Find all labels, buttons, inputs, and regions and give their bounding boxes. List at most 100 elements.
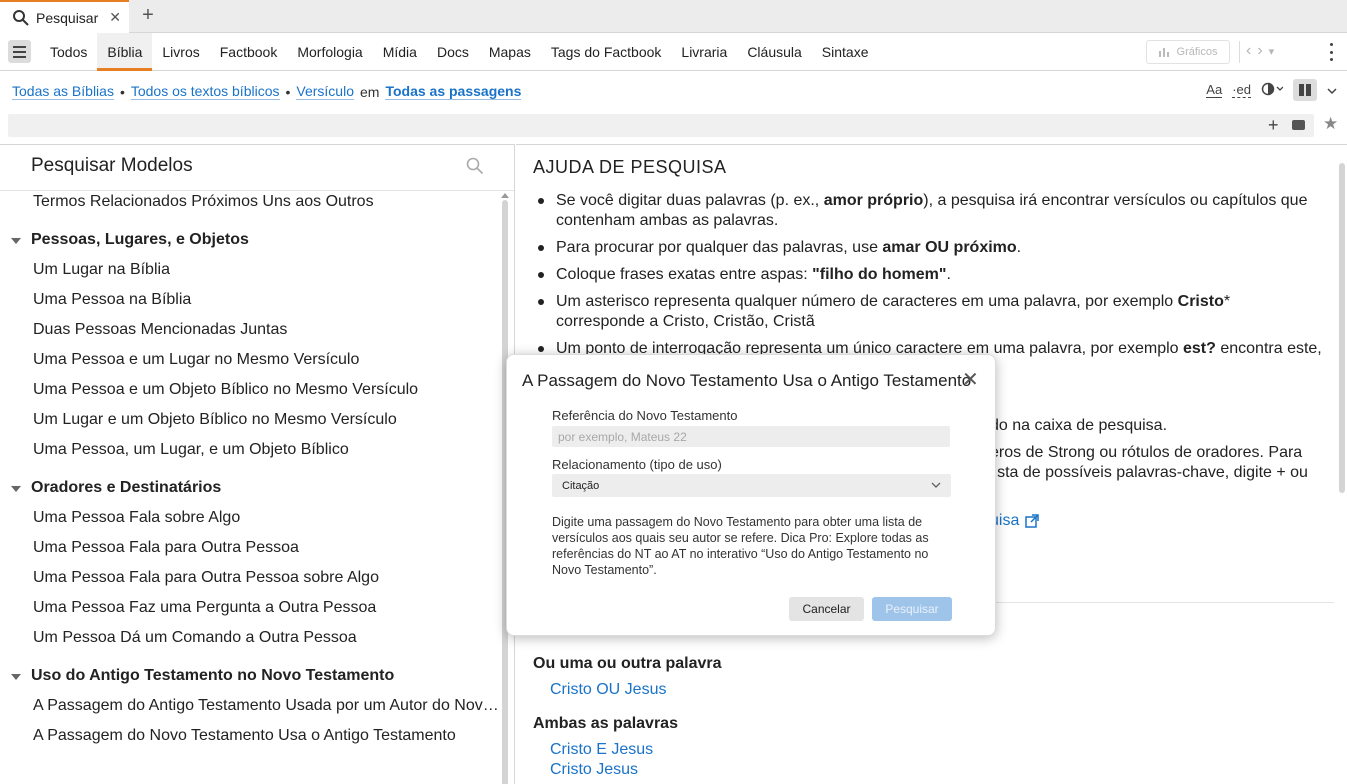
template-item[interactable]: A Passagem do Antigo Testamento Usada po… [0, 691, 500, 721]
search-bar [8, 114, 1314, 137]
template-item[interactable]: Uma Pessoa Fala sobre Algo [0, 503, 500, 533]
template-group[interactable]: Uso do Antigo Testamento no Novo Testame… [0, 661, 500, 691]
breadcrumb: Todas as Bíblias • Todos os textos bíbli… [12, 83, 522, 100]
separator: • [119, 83, 125, 100]
relationship-select[interactable]: Citação [552, 474, 951, 497]
relationship-label: Relacionamento (tipo de uso) [552, 457, 722, 472]
dialog-help-text: Digite uma passagem do Novo Testamento p… [552, 515, 929, 577]
template-item[interactable]: Uma Pessoa Faz uma Pergunta a Outra Pess… [0, 593, 500, 623]
search-icon[interactable] [466, 157, 484, 175]
example-link[interactable]: Cristo E Jesus [550, 741, 653, 759]
template-item[interactable]: Uma Pessoa, um Lugar, e um Objeto Bíblic… [0, 435, 500, 465]
scroll-up-icon[interactable] [501, 193, 509, 198]
scope-passages-link[interactable]: Todas as passagens [385, 83, 522, 100]
nav-item[interactable]: Todos [40, 33, 97, 71]
visual-filter-icon[interactable] [1261, 82, 1284, 99]
template-item[interactable]: Termos Relacionados Próximos Uns aos Out… [0, 187, 500, 217]
nav-item[interactable]: Livros [152, 33, 209, 71]
templates-list: Três Nesta OrdemTermos Relacionados Próx… [0, 171, 500, 751]
panel-header: Pesquisar Modelos [0, 145, 514, 190]
close-icon[interactable]: ✕ [962, 370, 979, 390]
panel-title: Pesquisar Modelos [31, 155, 193, 176]
example-link[interactable]: Cristo OU Jesus [550, 681, 666, 699]
relationship-value: Citação [562, 479, 600, 492]
template-item[interactable]: Duas Pessoas Mencionadas Juntas [0, 315, 500, 345]
template-item[interactable]: A Passagem do Novo Testamento Usa o Anti… [0, 721, 500, 751]
template-group[interactable]: Oradores e Destinatários [0, 473, 500, 503]
panel-layout-icon[interactable] [1293, 79, 1317, 101]
template-item[interactable]: Uma Pessoa na Bíblia [0, 285, 500, 315]
template-item[interactable]: Um Pessoa Dá um Comando a Outra Pessoa [0, 623, 500, 653]
chevron-down-icon[interactable] [1327, 83, 1337, 98]
help-title: AJUDA DE PESQUISA [533, 157, 727, 177]
nav-item[interactable]: Tags do Factbook [541, 33, 672, 71]
nav-item[interactable]: Morfologia [287, 33, 372, 71]
help-item: Coloque frases exatas entre aspas: "filh… [533, 265, 1323, 285]
charts-button[interactable]: Gráficos [1146, 40, 1230, 64]
history-nav: ‹ › ▾ [1246, 42, 1274, 60]
scrollbar[interactable] [1339, 163, 1345, 493]
tab-label: Pesquisar [36, 9, 99, 26]
resource-nav: Todos Bíblia Livros Factbook Morfologia Mídia… [0, 33, 1347, 71]
charts-label: Gráficos [1176, 46, 1218, 58]
divider [1239, 41, 1240, 63]
nav-item[interactable]: Mapas [479, 33, 541, 71]
search-icon [13, 9, 29, 26]
template-item[interactable]: Um Lugar e um Objeto Bíblico no Mesmo Ve… [0, 405, 500, 435]
bar-chart-icon [1158, 48, 1169, 57]
example-heading: Ou uma ou outra palavra [533, 655, 722, 672]
help-text-fragment: lista de possíveis palavras-chave, digit… [990, 464, 1308, 481]
reference-label: Referência do Novo Testamento [552, 408, 738, 423]
nav-item[interactable]: Factbook [210, 33, 288, 71]
nav-item[interactable]: Mídia [373, 33, 427, 71]
help-link-fragment[interactable]: uisa [990, 512, 1040, 530]
search-scope-bar: Todas as Bíblias • Todos os textos bíbli… [0, 71, 1347, 111]
separator: • [285, 83, 291, 100]
nav-item[interactable]: Sintaxe [812, 33, 879, 71]
chevron-down-icon [931, 482, 941, 488]
font-size-icon[interactable]: Aa [1206, 82, 1223, 98]
scope-texts-link[interactable]: Todos os textos bíblicos [130, 83, 280, 100]
template-item[interactable]: Um Lugar na Bíblia [0, 255, 500, 285]
back-icon[interactable]: ‹ [1246, 42, 1251, 60]
external-link-icon [1025, 514, 1040, 528]
example-heading: Ambas as palavras [533, 715, 678, 732]
forward-icon[interactable]: › [1257, 42, 1262, 60]
reference-input[interactable] [552, 426, 950, 447]
template-dialog: A Passagem do Novo Testamento Usa o Anti… [506, 354, 996, 636]
new-tab-button[interactable]: + [138, 5, 158, 27]
template-item[interactable]: Uma Pessoa e um Objeto Bíblico no Mesmo … [0, 375, 500, 405]
search-input[interactable] [8, 114, 1314, 137]
history-dropdown-icon[interactable]: ▾ [1269, 45, 1275, 60]
tab-search[interactable]: Pesquisar ✕ [0, 0, 129, 33]
template-item[interactable]: Uma Pessoa Fala para Outra Pessoa [0, 533, 500, 563]
nav-item[interactable]: Docs [427, 33, 479, 71]
scope-em-label: em [360, 83, 380, 100]
template-item[interactable]: Uma Pessoa Fala para Outra Pessoa sobre … [0, 563, 500, 593]
spelling-icon[interactable]: ·ed [1232, 82, 1251, 98]
cancel-button[interactable]: Cancelar [789, 597, 864, 621]
example-link[interactable]: Cristo Jesus [550, 761, 638, 779]
star-icon[interactable]: ★ [1323, 114, 1338, 134]
help-item: Para procurar por qualquer das palavras,… [533, 238, 1323, 258]
nav-item[interactable]: Cláusula [737, 33, 811, 71]
nav-item[interactable]: Livraria [671, 33, 737, 71]
help-item: Se você digitar duas palavras (p. ex., a… [533, 191, 1323, 231]
keyboard-icon[interactable] [1292, 120, 1305, 130]
nav-item[interactable]: Bíblia [97, 33, 153, 71]
nav-items: Todos Bíblia Livros Factbook Morfologia Mídia… [40, 33, 879, 71]
scope-unit-link[interactable]: Versículo [296, 83, 354, 100]
add-icon[interactable]: + [1268, 115, 1279, 136]
search-button[interactable]: Pesquisar [872, 597, 952, 621]
menu-icon[interactable] [8, 40, 31, 63]
template-group[interactable]: Pessoas, Lugares, e Objetos [0, 225, 500, 255]
scope-bibles-link[interactable]: Todas as Bíblias [12, 83, 114, 100]
more-options-icon[interactable] [1328, 43, 1334, 61]
template-item[interactable]: Uma Pessoa e um Lugar no Mesmo Versículo [0, 345, 500, 375]
help-list: Se você digitar duas palavras (p. ex., a… [533, 191, 1323, 366]
help-item: Um asterisco representa qualquer número … [533, 292, 1323, 332]
tab-strip: Pesquisar ✕ + [0, 0, 1347, 33]
help-text-fragment: eros de Strong ou rótulos de oradores. P… [990, 444, 1303, 461]
close-icon[interactable]: ✕ [109, 9, 121, 26]
search-templates-panel: Três Nesta OrdemTermos Relacionados Próx… [0, 144, 515, 784]
